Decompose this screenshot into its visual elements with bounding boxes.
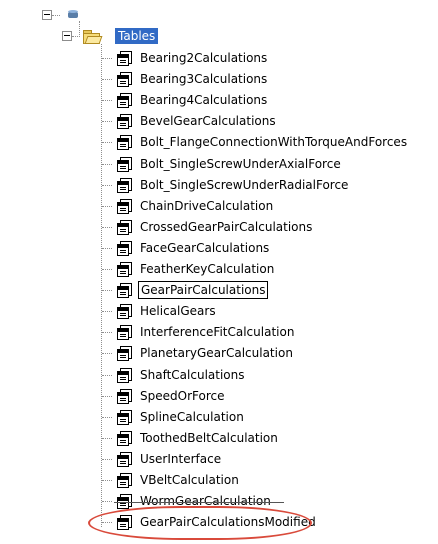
tree-connector xyxy=(102,58,112,59)
tree-connector xyxy=(102,79,112,80)
table-icon xyxy=(117,283,132,298)
tree-item[interactable]: FaceGearCalculations xyxy=(139,240,270,256)
tree-item[interactable]: InterferenceFitCalculation xyxy=(139,324,295,340)
table-icon xyxy=(117,241,132,256)
tree-item[interactable]: BevelGearCalculations xyxy=(139,113,277,129)
tree-item[interactable]: Bearing4Calculations xyxy=(139,92,268,108)
table-icon xyxy=(117,389,132,404)
tree-connector xyxy=(102,375,112,376)
table-icon xyxy=(117,304,132,319)
tree-item[interactable]: SplineCalculation xyxy=(139,409,245,425)
tree-connector xyxy=(102,396,112,397)
tree-item[interactable]: UserInterface xyxy=(139,451,222,467)
tree-item[interactable]: FeatherKeyCalculation xyxy=(139,261,275,277)
tree-connector xyxy=(52,15,60,16)
tree-connector xyxy=(102,164,112,165)
tree-connector xyxy=(102,417,112,418)
tree-item[interactable]: SpeedOrForce xyxy=(139,388,225,404)
table-icon xyxy=(117,51,132,66)
tree-connector xyxy=(102,100,112,101)
tree-item[interactable]: HelicalGears xyxy=(139,303,217,319)
tree-connector xyxy=(79,21,80,35)
tree-connector xyxy=(102,142,112,143)
tree-connector xyxy=(102,185,112,186)
tree-item[interactable]: Bearing3Calculations xyxy=(139,71,268,87)
tree-connector xyxy=(102,332,112,333)
tree-connector xyxy=(102,248,112,249)
tree-connector xyxy=(102,269,112,270)
tree-item[interactable]: CrossedGearPairCalculations xyxy=(139,219,313,235)
tree-connector xyxy=(102,311,112,312)
root-collapse-toggle[interactable] xyxy=(42,10,52,20)
tree-item[interactable]: PlanetaryGearCalculation xyxy=(139,345,294,361)
table-icon xyxy=(117,135,132,150)
tree-connector xyxy=(102,290,112,291)
table-icon xyxy=(117,410,132,425)
tree-item[interactable]: VBeltCalculation xyxy=(139,472,240,488)
table-icon xyxy=(117,346,132,361)
tree-item[interactable]: GearPairCalculations xyxy=(137,281,269,299)
tree-connector xyxy=(102,459,112,460)
tree-connector xyxy=(102,227,112,228)
tree-connector xyxy=(101,44,102,527)
table-icon xyxy=(117,262,132,277)
tree-item[interactable]: ToothedBeltCalculation xyxy=(139,430,279,446)
tree-item[interactable]: Bolt_SingleScrewUnderRadialForce xyxy=(139,177,349,193)
table-icon xyxy=(117,220,132,235)
strike-line xyxy=(114,502,284,503)
tree-item[interactable]: Bolt_FlangeConnectionWithTorqueAndForces xyxy=(139,134,408,150)
tree-item[interactable]: ShaftCalculations xyxy=(139,367,246,383)
tables-folder-label[interactable]: Tables xyxy=(115,28,159,44)
tree-connector xyxy=(102,206,112,207)
table-icon xyxy=(117,473,132,488)
table-icon xyxy=(117,452,132,467)
open-folder-icon xyxy=(82,29,103,44)
tree-connector xyxy=(102,480,112,481)
table-icon xyxy=(117,325,132,340)
tree-connector xyxy=(102,501,112,502)
table-icon xyxy=(117,199,132,214)
tree-connector xyxy=(102,353,112,354)
tree-item[interactable]: Bearing2Calculations xyxy=(139,50,268,66)
tree-connector xyxy=(102,438,112,439)
table-icon xyxy=(117,114,132,129)
tree-item[interactable]: Bolt_SingleScrewUnderAxialForce xyxy=(139,156,342,172)
database-icon xyxy=(68,10,80,20)
tree-connector xyxy=(102,121,112,122)
table-icon xyxy=(117,494,132,509)
table-icon xyxy=(117,93,132,108)
highlight-circle xyxy=(88,506,312,540)
tree-item[interactable]: ChainDriveCalculation xyxy=(139,198,274,214)
table-icon xyxy=(117,72,132,87)
tables-collapse-toggle[interactable] xyxy=(62,31,72,41)
table-icon xyxy=(117,368,132,383)
table-icon xyxy=(117,431,132,446)
tree-connector xyxy=(72,36,80,37)
table-icon xyxy=(117,157,132,172)
table-icon xyxy=(117,178,132,193)
database-tree: Tables Bearing2Calculations Bearing3Calcu… xyxy=(0,0,438,544)
